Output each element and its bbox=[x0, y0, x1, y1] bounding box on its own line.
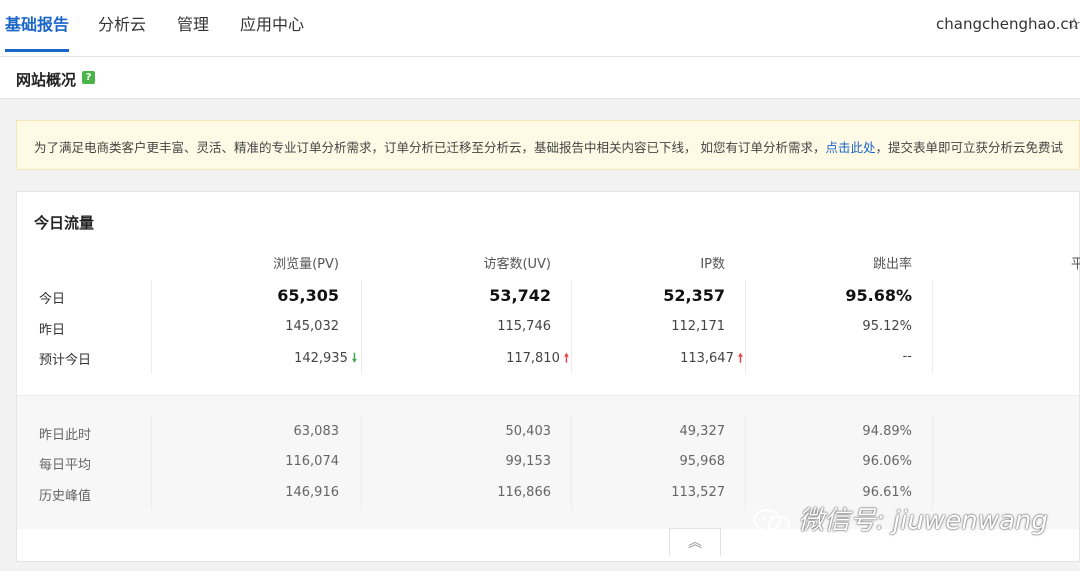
forecast-pv-value: 142,935 bbox=[294, 351, 348, 366]
forecast-uv-value: 117,810 bbox=[506, 351, 560, 366]
forecast-ip: 113,647 🠕 bbox=[625, 349, 743, 370]
yesterday-this-time-bounce-rate: 94.89% bbox=[862, 424, 912, 439]
trend-up-icon: 🠕 bbox=[737, 351, 743, 365]
row-label-daily-average: 每日平均 bbox=[39, 458, 92, 473]
column-divider bbox=[361, 280, 362, 374]
daily-average-ip: 95,968 bbox=[679, 454, 726, 469]
wechat-watermark: 微信号: jiuwenwang bbox=[752, 500, 1048, 537]
tab-basic-report[interactable]: 基础报告 bbox=[5, 0, 70, 52]
tab-app-center[interactable]: 应用中心 bbox=[240, 0, 304, 50]
column-divider bbox=[745, 416, 746, 510]
tab-manage[interactable]: 管理 bbox=[177, 0, 209, 50]
site-domain-selector[interactable]: changchenghao.cn bbox=[936, 15, 1078, 33]
notice-banner: 为了满足电商类客户更丰富、灵活、精准的专业订单分析需求，订单分析已迁移至分析云，… bbox=[16, 120, 1080, 170]
card-title: 今日流量 bbox=[34, 214, 95, 232]
notice-text-before: 为了满足电商类客户更丰富、灵活、精准的专业订单分析需求，订单分析已迁移至分析云，… bbox=[34, 140, 826, 155]
row-label-historical-peak: 历史峰值 bbox=[39, 489, 92, 504]
double-chevron-up-icon[interactable]: ︽ bbox=[669, 528, 721, 556]
today-pv: 65,305 bbox=[277, 286, 339, 305]
column-divider bbox=[932, 416, 933, 510]
tab-analytics-cloud[interactable]: 分析云 bbox=[98, 0, 146, 50]
today-uv: 53,742 bbox=[489, 286, 551, 305]
trend-up-icon: 🠕 bbox=[563, 351, 569, 365]
column-header-pv: 浏览量(PV) bbox=[273, 257, 339, 272]
row-label-yesterday: 昨日 bbox=[39, 323, 66, 338]
yesterday-this-time-ip: 49,327 bbox=[679, 424, 726, 439]
today-bounce-rate: 95.68% bbox=[845, 286, 912, 305]
column-divider bbox=[571, 280, 572, 374]
column-divider bbox=[151, 416, 152, 510]
forecast-ip-value: 113,647 bbox=[680, 351, 734, 366]
row-label-yesterday-this-time: 昨日此时 bbox=[39, 428, 92, 443]
page-title: 网站概况 bbox=[16, 71, 77, 89]
notice-text-after: ，提交表单即可立获分析云免费试 bbox=[875, 140, 1064, 155]
row-label-forecast: 预计今日 bbox=[39, 353, 92, 368]
yesterday-bounce-rate: 95.12% bbox=[862, 319, 912, 334]
column-divider bbox=[361, 416, 362, 510]
forecast-pv: 142,935 🠗 bbox=[239, 349, 357, 370]
help-icon[interactable]: ? bbox=[82, 71, 95, 84]
notice-text: 为了满足电商类客户更丰富、灵活、精准的专业订单分析需求，订单分析已迁移至分析云，… bbox=[34, 137, 1063, 156]
column-header-avg: 平 bbox=[1071, 257, 1080, 272]
daily-average-uv: 99,153 bbox=[505, 454, 552, 469]
column-header-ip: IP数 bbox=[700, 257, 725, 272]
historical-peak-bounce-rate: 96.61% bbox=[862, 485, 912, 500]
daily-average-bounce-rate: 96.06% bbox=[862, 454, 912, 469]
column-divider bbox=[932, 280, 933, 374]
forecast-uv: 117,810 🠕 bbox=[451, 349, 569, 370]
trend-down-icon: 🠗 bbox=[351, 351, 357, 365]
yesterday-uv: 115,746 bbox=[497, 319, 551, 334]
column-header-uv: 访客数(UV) bbox=[483, 257, 551, 272]
today-ip: 52,357 bbox=[663, 286, 725, 305]
star-outline-icon[interactable]: ☆ bbox=[1067, 14, 1080, 33]
notice-link[interactable]: 点击此处 bbox=[825, 140, 875, 155]
forecast-bounce-rate: -- bbox=[902, 349, 912, 364]
wechat-icon bbox=[752, 508, 792, 536]
historical-peak-ip: 113,527 bbox=[671, 485, 725, 500]
top-nav: 基础报告 分析云 管理 应用中心 changchenghao.cn ☆ bbox=[0, 0, 1080, 57]
column-divider bbox=[151, 280, 152, 374]
yesterday-this-time-uv: 50,403 bbox=[505, 424, 552, 439]
column-divider bbox=[571, 416, 572, 510]
yesterday-ip: 112,171 bbox=[671, 319, 725, 334]
page-header: 网站概况 ? bbox=[0, 57, 1080, 99]
yesterday-pv: 145,032 bbox=[285, 319, 339, 334]
column-divider bbox=[745, 280, 746, 374]
row-label-today: 今日 bbox=[39, 292, 66, 307]
watermark-text: 微信号: jiuwenwang bbox=[798, 506, 1048, 536]
yesterday-this-time-pv: 63,083 bbox=[293, 424, 340, 439]
historical-peak-uv: 116,866 bbox=[497, 485, 551, 500]
column-header-bounce-rate: 跳出率 bbox=[872, 257, 912, 272]
historical-peak-pv: 146,916 bbox=[285, 485, 339, 500]
daily-average-pv: 116,074 bbox=[285, 454, 339, 469]
